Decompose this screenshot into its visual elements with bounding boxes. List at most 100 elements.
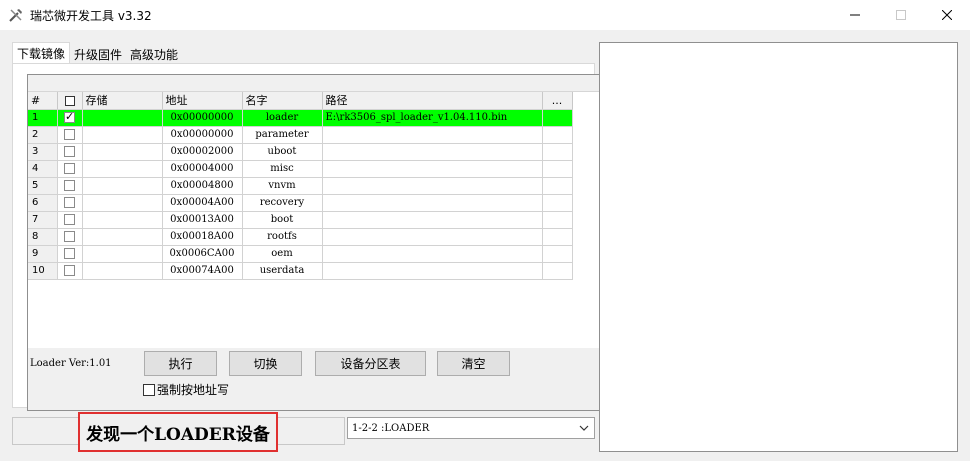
clear-button[interactable]: 清空 — [437, 351, 510, 376]
row-path[interactable] — [322, 228, 543, 246]
run-button[interactable]: 执行 — [144, 351, 217, 376]
table-row[interactable]: 9 0x0006CA00 oem — [28, 245, 573, 263]
row-path[interactable] — [322, 143, 543, 161]
row-more[interactable] — [542, 262, 573, 280]
table-row[interactable]: 1 0x00000000loaderE:\rk3506_spl_loader_v1… — [28, 109, 573, 127]
row-checkbox-cell[interactable] — [57, 194, 83, 212]
row-storage[interactable] — [82, 126, 163, 144]
row-index: 7 — [28, 211, 58, 229]
row-address[interactable]: 0x00013A00 — [162, 211, 243, 229]
table-row[interactable]: 4 0x00004000 misc — [28, 160, 573, 178]
row-more[interactable] — [542, 211, 573, 229]
row-path[interactable] — [322, 177, 543, 195]
row-checkbox-cell[interactable] — [57, 211, 83, 229]
row-checkbox-cell[interactable] — [57, 262, 83, 280]
row-path[interactable] — [322, 262, 543, 280]
row-checkbox-cell[interactable] — [57, 245, 83, 263]
tab-upgrade-firmware[interactable]: 升级固件 — [70, 44, 126, 64]
tab-advanced[interactable]: 高级功能 — [126, 44, 182, 64]
table-row[interactable]: 5 0x00004800 vnvm — [28, 177, 573, 195]
row-address[interactable]: 0x00002000 — [162, 143, 243, 161]
row-path[interactable] — [322, 245, 543, 263]
row-checkbox[interactable] — [64, 265, 75, 276]
row-name[interactable]: vnvm — [242, 177, 323, 195]
row-storage[interactable] — [82, 211, 163, 229]
row-address[interactable]: 0x00004A00 — [162, 194, 243, 212]
row-more[interactable] — [542, 109, 573, 127]
row-checkbox[interactable] — [64, 146, 75, 157]
row-checkbox[interactable] — [64, 214, 75, 225]
row-storage[interactable] — [82, 109, 163, 127]
row-name[interactable]: misc — [242, 160, 323, 178]
row-name[interactable]: parameter — [242, 126, 323, 144]
row-more[interactable] — [542, 245, 573, 263]
row-storage[interactable] — [82, 160, 163, 178]
row-more[interactable] — [542, 194, 573, 212]
table-row[interactable]: 6 0x00004A00 recovery — [28, 194, 573, 212]
table-row[interactable]: 10 0x00074A00 userdata — [28, 262, 573, 280]
row-address[interactable]: 0x00074A00 — [162, 262, 243, 280]
row-checkbox-cell[interactable] — [57, 126, 83, 144]
row-path[interactable] — [322, 211, 543, 229]
row-checkbox[interactable] — [64, 163, 75, 174]
table-row[interactable]: 7 0x00013A00 boot — [28, 211, 573, 229]
row-name[interactable]: userdata — [242, 262, 323, 280]
row-address[interactable]: 0x00000000 — [162, 109, 243, 127]
row-address[interactable]: 0x00018A00 — [162, 228, 243, 246]
row-name[interactable]: loader — [242, 109, 323, 127]
row-path[interactable] — [322, 194, 543, 212]
table-row[interactable]: 8 0x00018A00 rootfs — [28, 228, 573, 246]
row-storage[interactable] — [82, 262, 163, 280]
row-checkbox[interactable] — [64, 180, 75, 191]
row-address[interactable]: 0x0006CA00 — [162, 245, 243, 263]
row-more[interactable] — [542, 143, 573, 161]
row-path[interactable] — [322, 160, 543, 178]
row-name[interactable]: rootfs — [242, 228, 323, 246]
row-storage[interactable] — [82, 143, 163, 161]
device-select[interactable]: 1-2-2 :LOADER — [347, 417, 595, 439]
row-storage[interactable] — [82, 245, 163, 263]
partition-table-button[interactable]: 设备分区表 — [315, 351, 426, 376]
log-output[interactable] — [599, 42, 958, 452]
header-more[interactable]: ... — [542, 92, 573, 110]
row-name[interactable]: boot — [242, 211, 323, 229]
grid-toolbar — [28, 75, 599, 92]
row-path[interactable] — [322, 126, 543, 144]
table-row[interactable]: 2 0x00000000 parameter — [28, 126, 573, 144]
maximize-button[interactable] — [878, 0, 924, 30]
row-checkbox-cell[interactable] — [57, 160, 83, 178]
minimize-button[interactable] — [832, 0, 878, 30]
row-more[interactable] — [542, 126, 573, 144]
force-address-option[interactable]: 强制按地址写 — [143, 381, 229, 398]
row-checkbox-cell[interactable] — [57, 109, 83, 127]
row-checkbox-cell[interactable] — [57, 143, 83, 161]
select-all-checkbox[interactable] — [64, 95, 75, 106]
row-storage[interactable] — [82, 194, 163, 212]
row-checkbox[interactable] — [64, 231, 75, 242]
row-storage[interactable] — [82, 177, 163, 195]
row-more[interactable] — [542, 160, 573, 178]
minimize-icon — [850, 14, 860, 16]
row-address[interactable]: 0x00000000 — [162, 126, 243, 144]
row-checkbox-cell[interactable] — [57, 228, 83, 246]
switch-button[interactable]: 切换 — [229, 351, 302, 376]
tab-download-image[interactable]: 下载镜像 — [12, 42, 71, 64]
table-row[interactable]: 3 0x00002000 uboot — [28, 143, 573, 161]
header-select-all[interactable] — [57, 92, 83, 110]
row-storage[interactable] — [82, 228, 163, 246]
row-more[interactable] — [542, 228, 573, 246]
close-button[interactable] — [924, 0, 970, 30]
row-name[interactable]: uboot — [242, 143, 323, 161]
row-address[interactable]: 0x00004800 — [162, 177, 243, 195]
row-name[interactable]: oem — [242, 245, 323, 263]
row-checkbox[interactable] — [64, 129, 75, 140]
row-address[interactable]: 0x00004000 — [162, 160, 243, 178]
force-address-checkbox[interactable] — [143, 383, 155, 396]
row-more[interactable] — [542, 177, 573, 195]
row-checkbox[interactable] — [64, 248, 75, 259]
row-checkbox-cell[interactable] — [57, 177, 83, 195]
row-checkbox[interactable] — [64, 110, 75, 123]
row-name[interactable]: recovery — [242, 194, 323, 212]
row-checkbox[interactable] — [64, 197, 75, 208]
row-path[interactable]: E:\rk3506_spl_loader_v1.04.110.bin — [322, 109, 543, 127]
